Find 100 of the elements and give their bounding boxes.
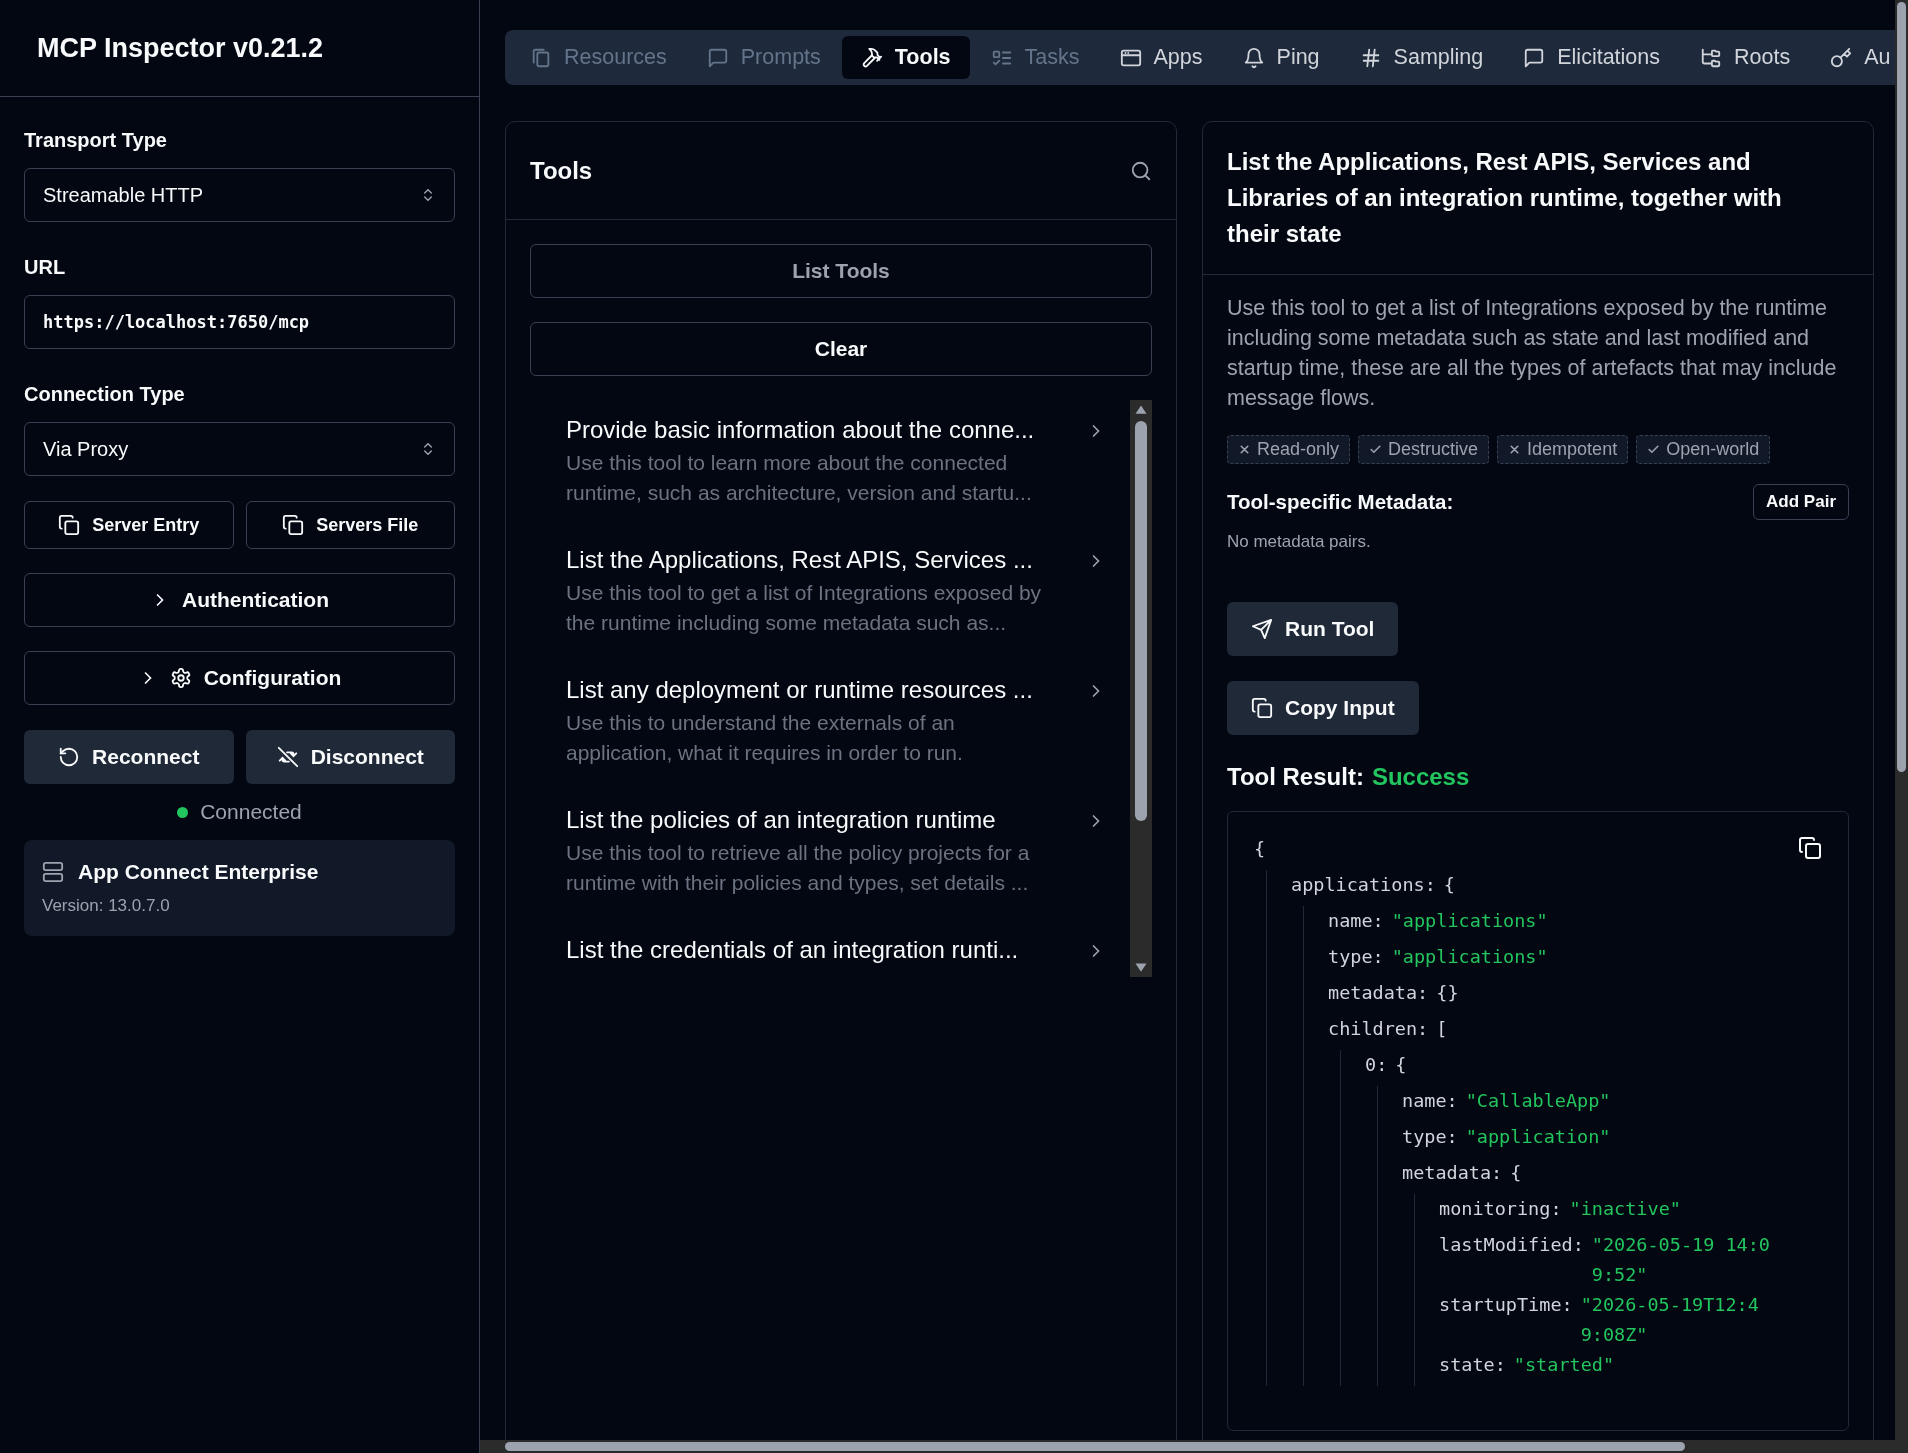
run-tool-button[interactable]: Run Tool xyxy=(1227,602,1399,656)
tool-description: Use this tool to get a list of Integrations exposed by the runtime including some metadata such as... xyxy=(566,580,1043,636)
sync-off-icon xyxy=(276,746,299,768)
settings-icon xyxy=(169,667,192,689)
hammer-icon xyxy=(860,46,883,69)
result-label: Tool Result: xyxy=(1227,763,1364,791)
json-string-value: "2026-05-19T12:49:08Z" xyxy=(1580,1293,1760,1347)
json-bracket: { xyxy=(1443,873,1455,897)
folder-tree-icon xyxy=(1700,46,1722,69)
annotation-badge: Open-world xyxy=(1636,435,1771,464)
tab[interactable]: Apps xyxy=(1100,36,1222,79)
files-icon xyxy=(530,46,552,69)
annotation-badge: Destructive xyxy=(1358,435,1490,464)
scrollbar[interactable] xyxy=(1130,400,1152,977)
tool-list-item[interactable]: List the Applications, Rest APIS, Services ... Use this tool to get a list of Integrations exposed by the runtime including some metadata such as... xyxy=(566,546,1130,638)
send-icon xyxy=(1251,618,1273,640)
scroll-up-arrow-icon[interactable] xyxy=(1134,404,1148,415)
json-key: name: xyxy=(1328,906,1384,942)
tool-title: List the Applications, Rest APIS, Services and Libraries of an integration runtime, together with their state xyxy=(1227,147,1783,249)
scrollbar-thumb[interactable] xyxy=(1897,2,1906,772)
chat-bubble-icon xyxy=(1523,46,1546,69)
json-string-value: "inactive" xyxy=(1569,1197,1681,1221)
copy-icon xyxy=(282,514,305,536)
bell-icon xyxy=(1242,46,1265,69)
clear-button[interactable]: Clear xyxy=(530,322,1152,376)
json-string-value: "applications" xyxy=(1391,945,1548,969)
json-string-value: "CallableApp" xyxy=(1465,1089,1611,1113)
json-key: applications: xyxy=(1291,870,1436,906)
field-label: URL xyxy=(24,256,67,279)
json-key: children: xyxy=(1328,1014,1429,1050)
json-bracket: { xyxy=(1510,1161,1522,1185)
json-key: state: xyxy=(1439,1350,1506,1386)
panel-title: Tools xyxy=(530,156,593,185)
check-icon xyxy=(1369,443,1383,456)
copy-input-button[interactable]: Copy Input xyxy=(1227,681,1419,735)
metadata-heading: Tool-specific Metadata: xyxy=(1227,490,1454,514)
json-string-value: "applications" xyxy=(1391,909,1548,933)
tab[interactable]: Roots xyxy=(1681,36,1810,79)
tool-list-item[interactable]: List the credentials of an integration runti... xyxy=(566,936,1130,964)
connection-status: Connected xyxy=(200,800,302,824)
json-bracket: {} xyxy=(1436,981,1459,1005)
field-label: Connection Type xyxy=(24,383,186,406)
tool-description: Use this tool to learn more about the connected runtime, such as architecture, version and startu... xyxy=(566,450,1033,506)
tool-name: List the policies of an integration runtime xyxy=(566,806,997,834)
json-string-value: "2026-05-19 14:09:52" xyxy=(1591,1233,1771,1287)
transport-type-select[interactable]: Streamable HTTP xyxy=(24,168,455,222)
scrollbar-thumb[interactable] xyxy=(1135,421,1147,821)
json-key: startupTime: xyxy=(1439,1290,1573,1350)
connection-type-select[interactable]: Via Proxy xyxy=(24,422,455,476)
field-label: Transport Type xyxy=(24,129,168,152)
horizontal-scrollbar[interactable] xyxy=(480,1440,1895,1453)
tool-name: List the credentials of an integration runti... xyxy=(566,936,1020,964)
tab[interactable]: Sampling xyxy=(1340,36,1503,79)
tab[interactable]: Tools xyxy=(841,36,970,79)
tool-list-item[interactable]: Provide basic information about the conne... Use this tool to learn more about the connected runtime, such as architecture, version and startu... xyxy=(566,416,1130,508)
tab[interactable]: Elicitations xyxy=(1504,36,1679,79)
annotation-badge: Read-only xyxy=(1227,435,1351,464)
tool-name: Provide basic information about the conne... xyxy=(566,416,1036,444)
json-bracket: [ xyxy=(1436,1017,1448,1041)
tool-description: Use this tool to get a list of Integrations exposed by the runtime including some metadata such as state and last modified and startup time, these are all the types of artefacts that may include message flows. xyxy=(1227,295,1837,412)
copy-config-button[interactable]: Server Entry xyxy=(24,501,234,549)
json-key: name: xyxy=(1402,1086,1458,1122)
tool-list-item[interactable]: List the policies of an integration runtime Use this tool to retrieve all the policy projects for a runtime with their policies and types, set details ... xyxy=(566,806,1130,898)
annotation-badge: Idempotent xyxy=(1497,435,1629,464)
json-key: monitoring: xyxy=(1439,1194,1562,1230)
empty-metadata-text: No metadata pairs. xyxy=(1227,532,1371,552)
collapsible-section-button[interactable]: Configuration xyxy=(24,651,455,705)
json-string-value: "application" xyxy=(1465,1125,1611,1149)
add-pair-button[interactable]: Add Pair xyxy=(1753,484,1849,520)
search-icon[interactable] xyxy=(1130,159,1152,182)
tool-description: Use this to understand the externals of an application, what it requires in order to run. xyxy=(566,710,964,766)
url-field[interactable]: https://localhost:7650/mcp xyxy=(24,295,455,349)
json-key: type: xyxy=(1402,1122,1458,1158)
disconnect-button[interactable]: Disconnect xyxy=(245,730,455,784)
app-title: MCP Inspector v0.21.2 xyxy=(37,32,324,64)
json-key: metadata: xyxy=(1402,1158,1503,1194)
json-key: lastModified: xyxy=(1439,1230,1584,1290)
json-bracket: { xyxy=(1395,1053,1407,1077)
page-scrollbar[interactable] xyxy=(1895,0,1908,1453)
json-string-value: "started" xyxy=(1513,1353,1615,1377)
reconnect-button[interactable]: Reconnect xyxy=(24,730,234,784)
server-icon xyxy=(42,861,64,883)
tool-name: List any deployment or runtime resources ... xyxy=(566,676,1034,704)
json-key: type: xyxy=(1328,942,1384,978)
rotate-icon xyxy=(58,746,81,768)
copy-icon xyxy=(58,514,81,536)
json-key: metadata: xyxy=(1328,978,1429,1014)
tool-list-item[interactable]: List any deployment or runtime resources ... Use this to understand the externals of an application, what it requires in order to run. xyxy=(566,676,1130,768)
copy-config-button[interactable]: Servers File xyxy=(245,501,455,549)
collapsible-section-button[interactable]: Authentication xyxy=(24,573,455,627)
copy-icon xyxy=(1251,697,1273,719)
json-key: 0: xyxy=(1365,1050,1388,1086)
result-status: Success xyxy=(1371,763,1470,791)
scroll-down-arrow-icon[interactable] xyxy=(1134,962,1148,973)
key-icon xyxy=(1830,46,1853,69)
scrollbar-thumb[interactable] xyxy=(505,1442,1685,1451)
tab[interactable]: Au xyxy=(1811,36,1908,79)
copy-icon xyxy=(1798,836,1822,860)
tab[interactable]: Ping xyxy=(1223,36,1339,79)
cross-icon xyxy=(1238,443,1251,456)
